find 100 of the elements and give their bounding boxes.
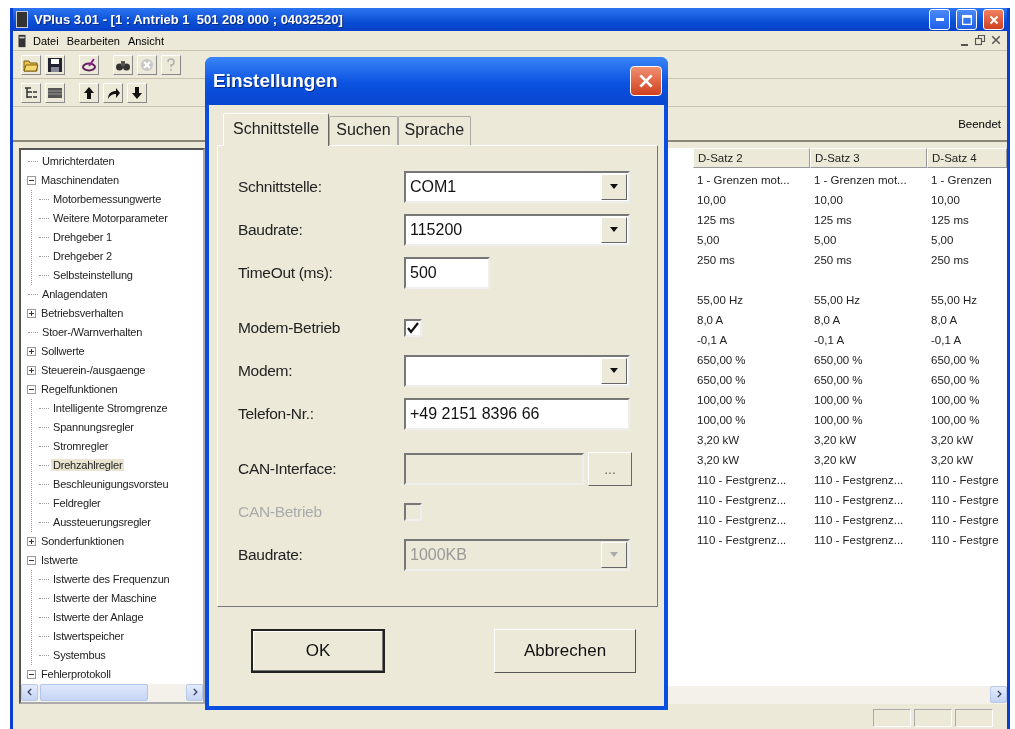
- table-cell-text: 110 - Festgrenz...: [696, 533, 788, 546]
- menu-item[interactable]: Datei: [29, 32, 63, 49]
- tab[interactable]: Sprache: [397, 116, 472, 145]
- collapse-icon[interactable]: [27, 555, 36, 565]
- tree-item[interactable]: Fehlerprotokoll: [39, 668, 113, 681]
- tree-item[interactable]: Sonderfunktionen: [39, 535, 127, 548]
- app-icon: [16, 11, 28, 29]
- column-header[interactable]: D-Satz 3: [810, 147, 927, 168]
- caret-icon: [609, 226, 619, 233]
- column-header[interactable]: D-Satz 2: [693, 147, 810, 168]
- table-cell-text: 650,00 %: [696, 353, 747, 366]
- restore-button[interactable]: [973, 33, 987, 48]
- table-cell-text: 110 - Festgrenz...: [813, 493, 905, 506]
- collapse-icon[interactable]: [27, 384, 36, 394]
- field-label: Baudrate:: [238, 220, 304, 239]
- tree-item[interactable]: Anlagendaten: [40, 288, 110, 301]
- dropdown-button[interactable]: [601, 173, 627, 200]
- table-cell-text: 110 - Festgrenz...: [813, 533, 905, 546]
- tree-item[interactable]: Intelligente Stromgrenze: [51, 402, 170, 415]
- table-cell-text: 1 - Grenzen mot...: [696, 173, 791, 186]
- toolbar-button[interactable]: [45, 82, 65, 103]
- table-cell-text: 55,00 Hz: [930, 293, 979, 306]
- caret-icon: [609, 183, 619, 190]
- collapse-icon[interactable]: [27, 669, 36, 679]
- tree-item[interactable]: Weitere Motorparameter: [51, 212, 170, 225]
- dropdown-field[interactable]: COM1: [404, 170, 630, 203]
- scroll-thumb[interactable]: [40, 683, 148, 701]
- tree-item[interactable]: Maschinendaten: [39, 174, 121, 187]
- scroll-right-button[interactable]: [186, 683, 203, 701]
- toolbar-button[interactable]: [45, 54, 65, 75]
- ok-button[interactable]: OK: [251, 629, 385, 673]
- minimize-icon: [960, 43, 968, 46]
- maximize-button[interactable]: [956, 9, 977, 31]
- restore-icon: [974, 33, 986, 46]
- table-cell-text: 100,00 %: [930, 413, 981, 426]
- expand-icon[interactable]: [27, 365, 36, 375]
- collapse-icon[interactable]: [27, 175, 36, 185]
- maximize-icon: [959, 12, 974, 27]
- tree-item[interactable]: Spannungsregler: [51, 421, 136, 434]
- tree-item[interactable]: Betriebsverhalten: [39, 307, 126, 320]
- table-cell-text: 100,00 %: [696, 413, 747, 426]
- dropdown-button[interactable]: [601, 216, 627, 243]
- tree-item[interactable]: Steuerein-/ausgaenge: [39, 364, 148, 377]
- tree-item[interactable]: Istwertspeicher: [51, 630, 126, 643]
- scroll-right-button[interactable]: [990, 685, 1007, 703]
- tree-item[interactable]: Umrichterdaten: [40, 155, 117, 168]
- tree-item[interactable]: Istwerte des Frequenzun: [51, 573, 172, 586]
- dropdown-field[interactable]: [404, 354, 630, 387]
- scroll-left-button[interactable]: [21, 683, 38, 701]
- checkbox[interactable]: [404, 318, 422, 337]
- tree-item[interactable]: Motorbemessungwerte: [51, 193, 164, 206]
- input-field[interactable]: +49 2151 8396 66: [404, 397, 630, 430]
- toolbar-button[interactable]: [127, 82, 147, 103]
- minimize-button[interactable]: [929, 9, 950, 31]
- cancel-button[interactable]: Abbrechen: [494, 629, 636, 673]
- expand-icon[interactable]: [27, 308, 36, 318]
- tab[interactable]: Schnittstelle: [223, 113, 330, 146]
- tab[interactable]: Suchen: [329, 116, 398, 145]
- tree-item[interactable]: Feldregler: [51, 497, 103, 510]
- tree-item[interactable]: Sollwerte: [39, 345, 87, 358]
- column-header[interactable]: D-Satz 4: [927, 147, 1007, 168]
- scrollbar[interactable]: [21, 683, 203, 702]
- tree-item[interactable]: Systembus: [51, 649, 108, 662]
- tree-item[interactable]: Stromregler: [51, 440, 111, 453]
- tree-item[interactable]: Regelfunktionen: [39, 383, 120, 396]
- minimize-icon: [935, 18, 944, 22]
- table-cell-text: 650,00 %: [696, 373, 747, 386]
- dropdown-field[interactable]: 115200: [404, 213, 630, 246]
- toolbar-button[interactable]: [79, 82, 99, 103]
- toolbar-button[interactable]: [103, 82, 123, 103]
- expand-icon[interactable]: [27, 346, 36, 356]
- close-button[interactable]: [630, 66, 662, 96]
- table-cell-text: 3,20 kW: [813, 433, 858, 446]
- table-cell-text: 250 ms: [930, 253, 970, 266]
- tree-item[interactable]: Selbsteinstellung: [51, 269, 135, 282]
- tree-item[interactable]: Istwerte der Anlage: [51, 611, 146, 624]
- toolbar-button[interactable]: [21, 82, 41, 103]
- tree-item[interactable]: Istwerte: [39, 554, 80, 567]
- tree-item[interactable]: Beschleunigungsvorsteu: [51, 478, 171, 491]
- tree-item[interactable]: Drehzahlregler: [51, 459, 125, 472]
- table-cell-text: 110 - Festgre: [930, 473, 1000, 486]
- tree-item[interactable]: Stoer-/Warnverhalten: [40, 326, 145, 339]
- status-pane: [873, 709, 911, 728]
- expand-icon[interactable]: [27, 536, 36, 546]
- dropdown-button[interactable]: [601, 357, 627, 384]
- table-cell-text: 100,00 %: [696, 393, 747, 406]
- tree-item[interactable]: Drehgeber 1: [51, 231, 114, 244]
- tree-item[interactable]: Drehgeber 2: [51, 250, 114, 263]
- table-cell-text: 125 ms: [696, 213, 736, 226]
- table-cell-text: 10,00: [696, 193, 727, 206]
- table-cell-text: 110 - Festgre: [930, 493, 1000, 506]
- menu-item[interactable]: Bearbeiten: [62, 32, 124, 49]
- input-field[interactable]: 500: [404, 256, 490, 289]
- tree-item[interactable]: Aussteuerungsregler: [51, 516, 153, 529]
- toolbar-button[interactable]: [113, 54, 133, 75]
- table-cell-text: 5,00: [813, 233, 838, 246]
- close-button[interactable]: [983, 9, 1004, 31]
- toolbar-button[interactable]: [79, 54, 99, 75]
- menu-item[interactable]: Ansicht: [123, 32, 168, 49]
- tree-item[interactable]: Istwerte der Maschine: [51, 592, 159, 605]
